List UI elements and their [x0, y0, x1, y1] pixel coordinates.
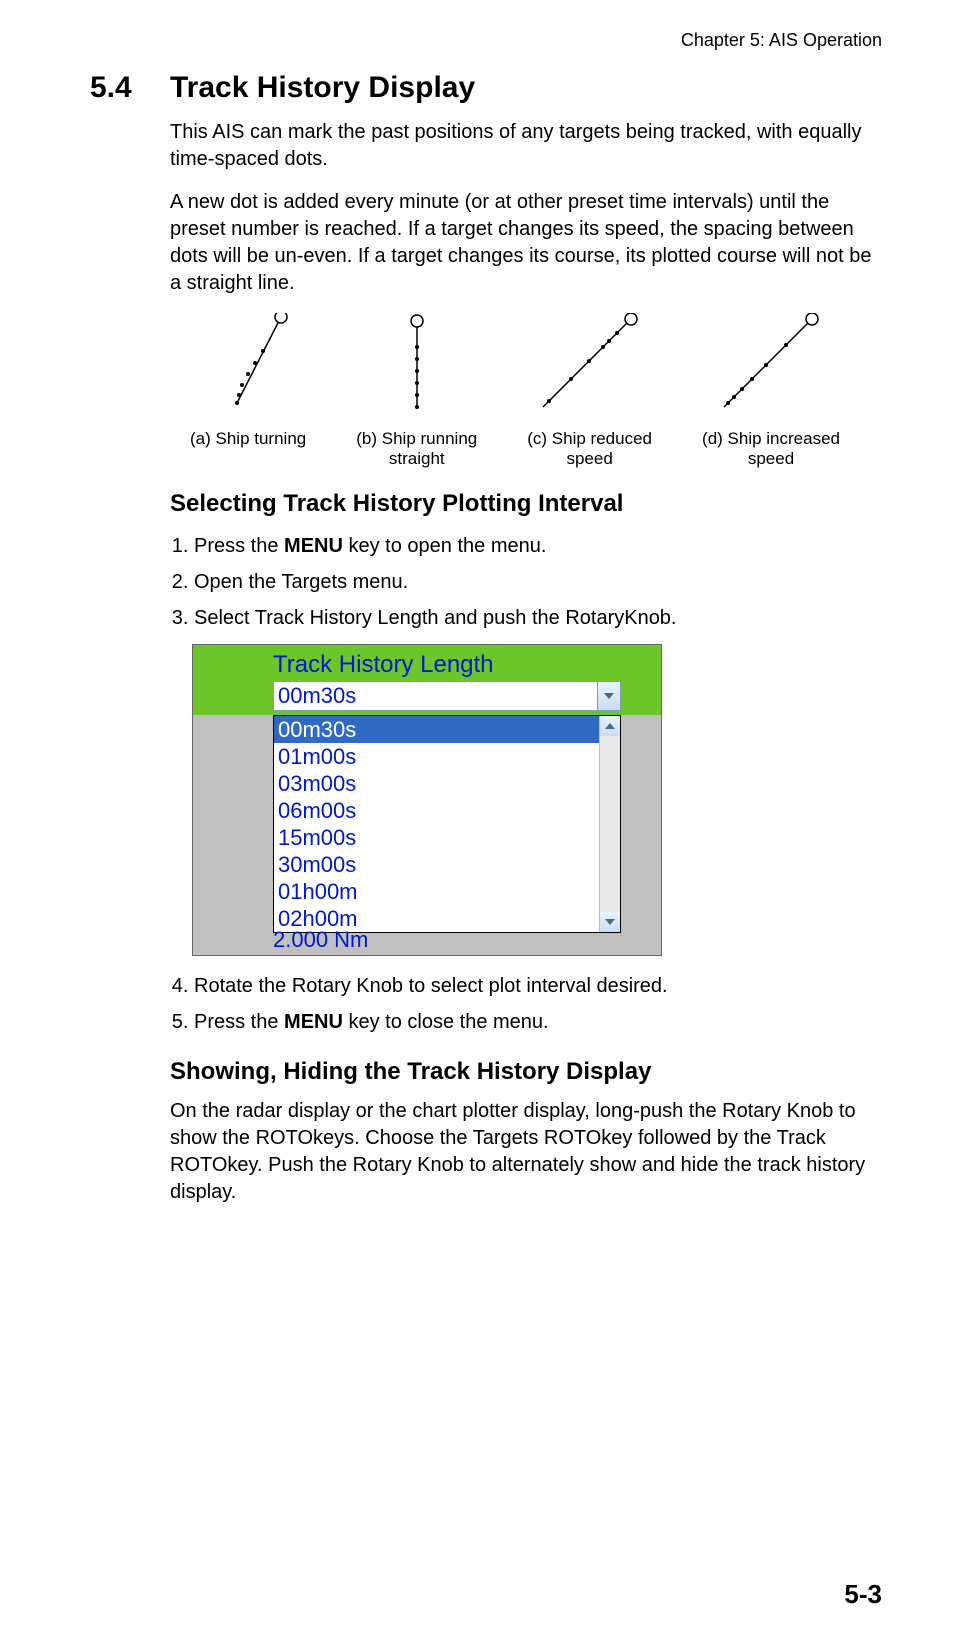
- steps-list-1: Press the MENU key to open the menu. Ope…: [170, 530, 882, 634]
- widget-body: 00m30s 01m00s 03m00s 06m00s 15m00s 30m00…: [193, 715, 661, 955]
- subheading-selecting-interval: Selecting Track History Plotting Interva…: [170, 490, 882, 518]
- page-number: 5-3: [844, 1579, 882, 1610]
- diagram-label: (b) Ship running: [356, 429, 477, 449]
- widget-header: Track History Length 00m30s: [193, 645, 661, 715]
- widget-title: Track History Length: [273, 651, 621, 679]
- track-history-length-select[interactable]: 00m30s: [273, 681, 621, 711]
- diagram-label: (d) Ship increased: [702, 429, 840, 449]
- diagram-ship-straight: (b) Ship running straight: [356, 313, 477, 470]
- step-5: Press the MENU key to close the menu.: [194, 1006, 882, 1038]
- diagram-ship-increased: (d) Ship increased speed: [702, 313, 840, 470]
- intro-paragraph-2: A new dot is added every minute (or at o…: [170, 189, 882, 297]
- step-text: key to open the menu.: [343, 535, 546, 557]
- background-value-text: 2.000 Nm: [273, 927, 368, 953]
- chapter-header: Chapter 5: AIS Operation: [90, 30, 882, 51]
- ship-straight-icon: [387, 313, 447, 423]
- menu-key-bold: MENU: [284, 535, 343, 557]
- step-text: Press the: [194, 535, 284, 557]
- dropdown-option[interactable]: 01h00m: [274, 878, 620, 905]
- diagram-label: (c) Ship reduced: [527, 429, 652, 449]
- dropdown-list[interactable]: 00m30s 01m00s 03m00s 06m00s 15m00s 30m00…: [273, 715, 621, 933]
- ship-turning-icon: [203, 313, 293, 423]
- step-3: Select Track History Length and push the…: [194, 602, 882, 634]
- diagram-label: speed: [527, 449, 652, 469]
- step-4: Rotate the Rotary Knob to select plot in…: [194, 970, 882, 1002]
- steps-list-2: Rotate the Rotary Knob to select plot in…: [170, 970, 882, 1038]
- subheading-show-hide: Showing, Hiding the Track History Displa…: [170, 1058, 882, 1086]
- scroll-up-icon[interactable]: [600, 716, 620, 736]
- diagram-label: straight: [356, 449, 477, 469]
- diagram-label: (a) Ship turning: [190, 429, 306, 449]
- show-hide-paragraph: On the radar display or the chart plotte…: [170, 1098, 882, 1206]
- step-1: Press the MENU key to open the menu.: [194, 530, 882, 562]
- diagram-ship-reduced: (c) Ship reduced speed: [527, 313, 652, 470]
- dropdown-option[interactable]: 06m00s: [274, 797, 620, 824]
- dropdown-option[interactable]: 03m00s: [274, 770, 620, 797]
- intro-paragraph-1: This AIS can mark the past positions of …: [170, 119, 882, 173]
- select-current-value: 00m30s: [278, 683, 356, 708]
- section-number: 5.4: [90, 71, 170, 105]
- step-text: key to close the menu.: [343, 1011, 549, 1033]
- ship-reduced-icon: [535, 313, 645, 423]
- chevron-down-icon[interactable]: [597, 682, 620, 710]
- menu-key-bold: MENU: [284, 1011, 343, 1033]
- diagram-label: speed: [702, 449, 840, 469]
- dropdown-option[interactable]: 01m00s: [274, 743, 620, 770]
- dropdown-option[interactable]: 00m30s: [274, 716, 620, 743]
- step-2: Open the Targets menu.: [194, 566, 882, 598]
- dropdown-option[interactable]: 30m00s: [274, 851, 620, 878]
- section-title: Track History Display: [170, 71, 475, 105]
- step-text: Press the: [194, 1011, 284, 1033]
- track-diagram-row: (a) Ship turning (b) Ship running straig…: [190, 313, 840, 470]
- scroll-down-icon[interactable]: [600, 912, 620, 932]
- track-history-length-widget: Track History Length 00m30s 00m30s 01m00…: [192, 644, 662, 956]
- ship-increased-icon: [716, 313, 826, 423]
- dropdown-option[interactable]: 15m00s: [274, 824, 620, 851]
- scrollbar[interactable]: [599, 716, 620, 932]
- diagram-ship-turning: (a) Ship turning: [190, 313, 306, 470]
